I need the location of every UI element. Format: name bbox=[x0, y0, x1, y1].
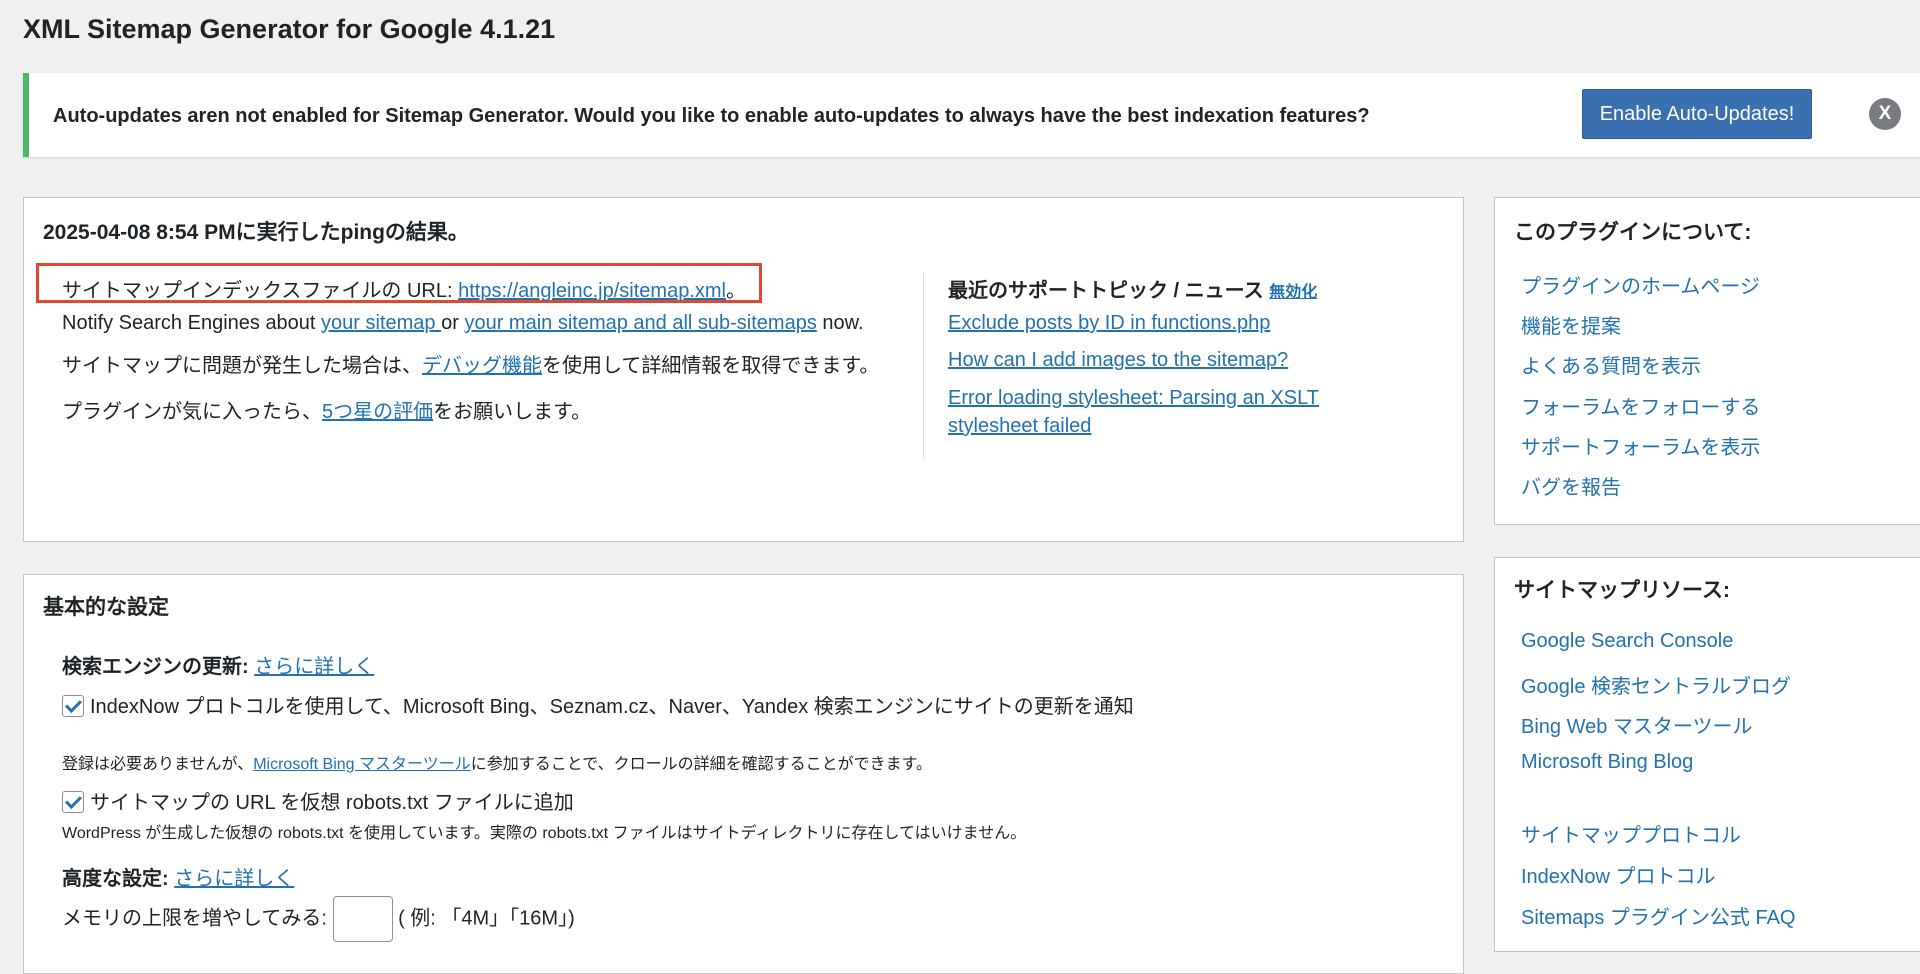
support-forum-link[interactable]: サポートフォーラムを表示 bbox=[1521, 431, 1760, 460]
google-central-blog-link[interactable]: Google 検索セントラルブログ bbox=[1521, 670, 1791, 699]
enable-auto-updates-button[interactable]: Enable Auto-Updates! bbox=[1582, 89, 1812, 139]
bing-master-tools-link[interactable]: Microsoft Bing マスターツール bbox=[253, 756, 471, 773]
suggest-feature-link[interactable]: 機能を提案 bbox=[1521, 310, 1621, 339]
sitemap-protocol-link[interactable]: サイトマッププロトコル bbox=[1521, 819, 1741, 848]
notify-suffix: now. bbox=[816, 312, 864, 334]
notify-prefix: Notify Search Engines about bbox=[62, 312, 322, 334]
robots-option: サイトマップの URL を仮想 robots.txt ファイルに追加 bbox=[62, 786, 574, 815]
memory-input[interactable] bbox=[332, 896, 393, 942]
basic-settings-title: 基本的な設定 bbox=[43, 596, 169, 619]
about-plugin-title: このプラグインについて: bbox=[1514, 221, 1752, 244]
search-update-line: 検索エンジンの更新: さらに詳しく bbox=[62, 650, 374, 679]
your-sitemap-link[interactable]: your sitemap bbox=[321, 312, 441, 334]
sitemap-resources-box: サイトマップリソース: Google Search Console Google… bbox=[1494, 557, 1920, 952]
bing-note-suffix: に参加することで、クロールの詳細を確認することができます。 bbox=[470, 756, 932, 773]
sitemap-resources-title: サイトマップリソース: bbox=[1514, 579, 1730, 602]
bing-note: 登録は必要ありませんが、Microsoft Bing マスターツールに参加するこ… bbox=[62, 750, 932, 774]
news-item[interactable]: stylesheet failed bbox=[948, 415, 1091, 438]
page-title: XML Sitemap Generator for Google 4.1.21 bbox=[23, 14, 556, 44]
rate-link[interactable]: 5つ星の評価 bbox=[322, 401, 433, 423]
notice-text: Auto-updates aren not enabled for Sitema… bbox=[53, 105, 1370, 127]
indexnow-option: IndexNow プロトコルを使用して、Microsoft Bing、Sezna… bbox=[62, 690, 1134, 719]
google-search-console-link[interactable]: Google Search Console bbox=[1521, 630, 1733, 653]
index-suffix: 。 bbox=[726, 280, 746, 302]
index-label: サイトマップインデックスファイルの URL: bbox=[62, 280, 459, 302]
advanced-label: 高度な設定: bbox=[62, 868, 175, 890]
news-title-text: 最近のサポートトピック / ニュース bbox=[948, 280, 1264, 302]
sitemap-index-link[interactable]: https://angleinc.jp/sitemap.xml bbox=[458, 280, 726, 302]
report-bug-link[interactable]: バグを報告 bbox=[1521, 471, 1621, 500]
robots-label: サイトマップの URL を仮想 robots.txt ファイルに追加 bbox=[90, 792, 574, 814]
debug-suffix: を使用して詳細情報を取得できます。 bbox=[542, 355, 880, 377]
news-item[interactable]: Exclude posts by ID in functions.php bbox=[948, 312, 1270, 335]
follow-forum-link[interactable]: フォーラムをフォローする bbox=[1521, 391, 1760, 420]
robots-note: WordPress が生成した仮想の robots.txt を使用しています。実… bbox=[62, 825, 1027, 842]
column-divider bbox=[923, 273, 924, 459]
notify-or: or bbox=[441, 312, 465, 334]
news-item[interactable]: Error loading stylesheet: Parsing an XSL… bbox=[948, 387, 1319, 410]
all-sitemaps-link[interactable]: your main sitemap and all sub-sitemaps bbox=[464, 312, 816, 334]
memory-example: ( 例: 「4M」「16M」) bbox=[392, 907, 575, 930]
sitemap-index-line: サイトマップインデックスファイルの URL: https://angleinc.… bbox=[62, 274, 746, 303]
debug-link[interactable]: デバッグ機能 bbox=[422, 355, 542, 377]
memory-line: メモリの上限を増やしてみる: ( 例: 「4M」「16M」) bbox=[62, 896, 575, 942]
indexnow-label: IndexNow プロトコルを使用して、Microsoft Bing、Sezna… bbox=[90, 696, 1134, 718]
search-update-more-link[interactable]: さらに詳しく bbox=[254, 656, 374, 678]
rate-line: プラグインが気に入ったら、5つ星の評価をお願いします。 bbox=[62, 395, 591, 424]
ping-results-title: 2025-04-08 8:54 PMに実行したpingの結果。 bbox=[43, 221, 469, 244]
microsoft-bing-blog-link[interactable]: Microsoft Bing Blog bbox=[1521, 751, 1693, 774]
news-item[interactable]: How can I add images to the sitemap? bbox=[948, 349, 1288, 372]
faq-link[interactable]: よくある質問を表示 bbox=[1521, 350, 1701, 379]
notify-line: Notify Search Engines about your sitemap… bbox=[62, 312, 864, 335]
debug-prefix: サイトマップに問題が発生した場合は、 bbox=[62, 355, 422, 377]
advanced-more-link[interactable]: さらに詳しく bbox=[174, 868, 294, 890]
robots-checkbox[interactable] bbox=[62, 791, 84, 813]
close-icon[interactable]: X bbox=[1869, 98, 1901, 130]
rate-prefix: プラグインが気に入ったら、 bbox=[62, 401, 322, 423]
indexnow-checkbox[interactable] bbox=[62, 695, 84, 717]
bing-note-prefix: 登録は必要ありませんが、 bbox=[62, 756, 254, 773]
indexnow-protocol-link[interactable]: IndexNow プロトコル bbox=[1521, 860, 1716, 889]
debug-line: サイトマップに問題が発生した場合は、デバッグ機能を使用して詳細情報を取得できます… bbox=[62, 349, 879, 378]
plugin-home-link[interactable]: プラグインのホームページ bbox=[1521, 270, 1760, 299]
memory-label: メモリの上限を増やしてみる: bbox=[62, 907, 333, 930]
rate-suffix: をお願いします。 bbox=[433, 401, 592, 423]
about-plugin-box: このプラグインについて: プラグインのホームページ 機能を提案 よくある質問を表… bbox=[1494, 197, 1920, 525]
auto-update-notice: Auto-updates aren not enabled for Sitema… bbox=[23, 73, 1920, 157]
advanced-line: 高度な設定: さらに詳しく bbox=[62, 862, 294, 891]
search-update-label: 検索エンジンの更新: bbox=[62, 656, 255, 678]
news-disable-link[interactable]: 無効化 bbox=[1269, 284, 1317, 301]
news-title: 最近のサポートトピック / ニュース 無効化 bbox=[948, 274, 1317, 303]
bing-webmaster-link[interactable]: Bing Web マスターツール bbox=[1521, 710, 1753, 739]
sitemaps-faq-link[interactable]: Sitemaps プラグイン公式 FAQ bbox=[1521, 901, 1796, 930]
